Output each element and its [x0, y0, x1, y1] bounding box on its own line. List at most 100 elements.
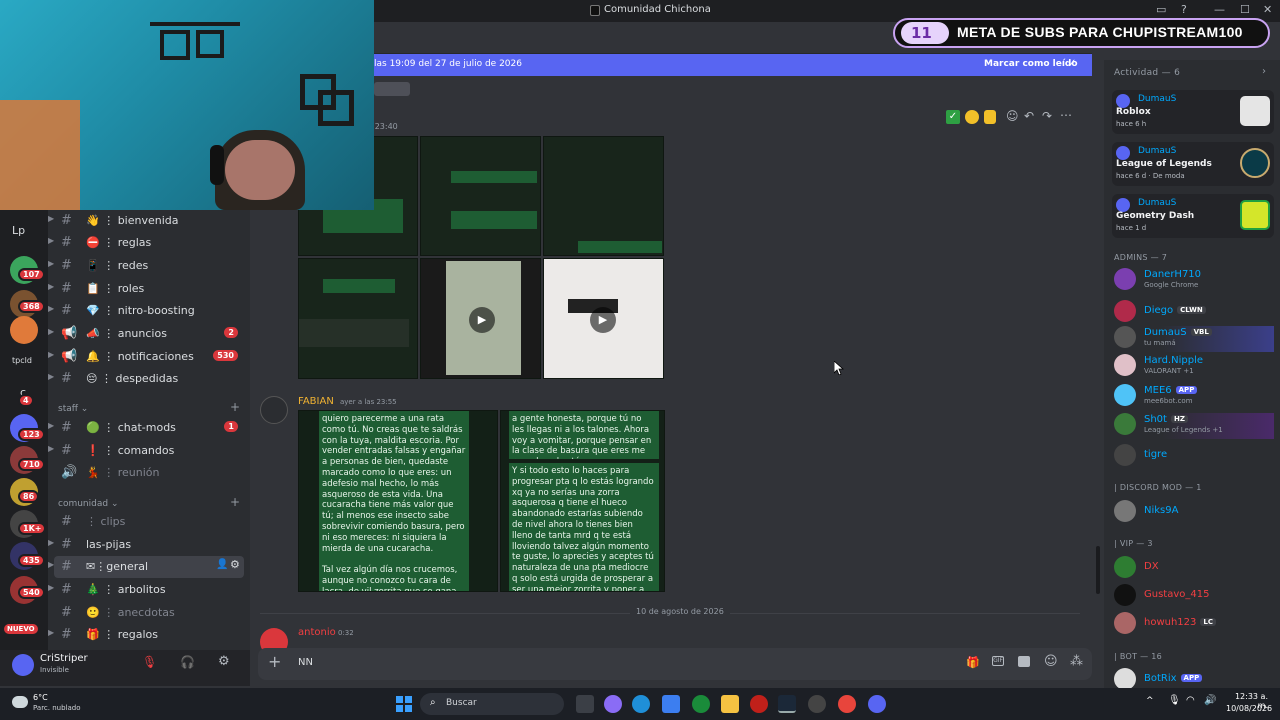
more-icon[interactable]: ⋯	[1060, 108, 1072, 122]
discord-icon[interactable]	[868, 695, 886, 713]
message-composer[interactable]: + NN 🎁 GIF ☺ ⁂	[258, 648, 1092, 680]
channel-clips[interactable]: # ⋮ clips	[48, 511, 250, 533]
emoji-icon[interactable]: ☺	[1044, 654, 1058, 669]
close-button[interactable]: ✕	[1263, 3, 1272, 16]
apps-icon[interactable]: ⁂	[1070, 654, 1083, 669]
message-list[interactable]: s 23:40 ✓ ☺ ↶ ↷ ⋯ ▶ ▶ FABIAN ayer a las …	[250, 76, 1100, 656]
opera-icon[interactable]	[750, 695, 768, 713]
app-icon[interactable]	[808, 695, 826, 713]
server-icon[interactable]	[10, 316, 38, 344]
thumb-reaction-icon[interactable]	[984, 110, 996, 124]
reply-icon[interactable]: ↶	[1024, 109, 1034, 123]
channel-anuncios[interactable]: ▶ 📢 📣 ⋮ anuncios 2	[48, 323, 250, 345]
check-reaction-icon[interactable]: ✓	[946, 110, 960, 124]
username[interactable]: CriStriper	[40, 653, 88, 664]
category-staff[interactable]: staff ⌄	[58, 404, 88, 414]
gift-icon[interactable]: 🎁	[966, 656, 980, 669]
attachment-image[interactable]	[420, 136, 541, 256]
user-settings-icon[interactable]: ⚙	[218, 654, 230, 669]
channel-nitro-boosting[interactable]: ▶ # 💎 ⋮ nitro-boosting	[48, 300, 250, 322]
member-item[interactable]: howuh123 LC	[1114, 612, 1274, 638]
channel-roles[interactable]: ▶ # 📋 ⋮ roles	[48, 278, 250, 300]
attachment-image[interactable]: a gente honesta, porque tú no les llegas…	[500, 410, 665, 592]
mark-read-button[interactable]: Marcar como leído	[984, 59, 1078, 69]
server-icon[interactable]: Lp	[12, 224, 25, 237]
attachment-image[interactable]	[298, 258, 418, 379]
server-icon[interactable]: tpcld	[12, 356, 32, 365]
member-item[interactable]: Gustavo_415	[1114, 584, 1274, 610]
video-attachment[interactable]: ▶	[420, 258, 541, 379]
avatar[interactable]	[260, 396, 288, 424]
channel-notificaciones[interactable]: ▶ 📢 🔔 ⋮ notificaciones 530	[48, 346, 250, 368]
wifi-icon[interactable]: ◠	[1186, 695, 1195, 706]
member-item[interactable]: tigre	[1114, 444, 1274, 470]
member-item[interactable]: Diego CLWN	[1114, 300, 1274, 326]
play-icon[interactable]: ▶	[590, 307, 616, 333]
message-input[interactable]: NN	[298, 657, 313, 668]
headphones-icon[interactable]: 🎧	[180, 655, 195, 669]
scrollbar[interactable]	[1096, 546, 1100, 594]
windows-start-icon[interactable]	[396, 696, 412, 712]
member-item[interactable]: MEE6 APP mee6bot.com	[1114, 384, 1274, 410]
clock-date[interactable]: 10/08/2026	[1226, 704, 1272, 713]
app-icon[interactable]	[692, 695, 710, 713]
weather-temp[interactable]: 6°C	[33, 693, 48, 702]
member-item[interactable]: DX	[1114, 556, 1274, 582]
channel-regalos[interactable]: ▶ # 🎁 ⋮ regalos	[48, 624, 250, 646]
steam-icon[interactable]	[778, 695, 796, 713]
message-author[interactable]: FABIAN	[298, 396, 334, 407]
invite-icon[interactable]: 👤	[216, 559, 228, 570]
gif-icon[interactable]: GIF	[992, 656, 1004, 666]
video-attachment[interactable]: ▶	[543, 258, 664, 379]
taskbar-search[interactable]: ⌕ Buscar	[420, 693, 564, 715]
inbox-icon[interactable]: ▭	[1156, 3, 1166, 16]
attachment-image[interactable]: quiero parecerme a una rata como tú. No …	[298, 410, 498, 592]
minimize-button[interactable]: —	[1214, 3, 1225, 16]
add-channel-icon[interactable]: +	[230, 495, 240, 509]
channel-redes[interactable]: ▶ # 📱 ⋮ redes	[48, 255, 250, 277]
avatar[interactable]	[12, 654, 34, 676]
channel-chat-mods[interactable]: ▶ # 🟢 ⋮ chat-mods 1	[48, 417, 250, 439]
channel-arbolitos[interactable]: ▶ # 🎄 ⋮ arbolitos	[48, 579, 250, 601]
channel-las-pijas[interactable]: ▶ # las-pijas	[48, 534, 250, 556]
channel-comandos[interactable]: ▶ # ❗ ⋮ comandos	[48, 440, 250, 462]
category-comunidad[interactable]: comunidad ⌄	[58, 499, 118, 509]
chrome-icon[interactable]	[838, 695, 856, 713]
channel-despedidas[interactable]: ▶ # 😔 ⋮ despedidas	[48, 368, 250, 390]
task-view-icon[interactable]	[576, 695, 594, 713]
member-item[interactable]: Hard.Nipple VALORANT +1	[1114, 354, 1274, 380]
emoji-reaction-icon[interactable]	[965, 110, 979, 124]
add-attachment-icon[interactable]: +	[268, 652, 281, 671]
attachment-image[interactable]	[543, 136, 664, 256]
microphone-icon[interactable]: 🎙	[1168, 695, 1181, 706]
message-author[interactable]: antonio	[298, 627, 336, 638]
maximize-button[interactable]: ☐	[1240, 3, 1250, 16]
store-icon[interactable]	[662, 695, 680, 713]
member-item[interactable]: DanerH710 Google Chrome	[1114, 268, 1274, 294]
channel-general[interactable]: ▶ # ✉⋮general 👤 ⚙	[48, 556, 244, 578]
channel-settings-icon[interactable]: ⚙	[230, 558, 240, 571]
channel-reunion[interactable]: 🔊 💃 ⋮ reunión	[48, 462, 250, 484]
channel-reglas[interactable]: ▶ # ⛔ ⋮ reglas	[48, 232, 250, 254]
channel-bienvenida[interactable]: ▶ # 👋 ⋮ bienvenida	[48, 210, 250, 232]
copilot-icon[interactable]	[604, 695, 622, 713]
activity-card[interactable]: DumauS Geometry Dash hace 1 d	[1112, 194, 1274, 238]
chevron-up-icon[interactable]: ^	[1146, 696, 1154, 706]
chevron-right-icon[interactable]: ›	[1262, 66, 1266, 77]
activity-card[interactable]: DumauS League of Legends hace 6 d · De m…	[1112, 142, 1274, 186]
edge-icon[interactable]	[632, 695, 650, 713]
member-item[interactable]: DumauS VBL tu mamá	[1114, 326, 1274, 352]
sticker-icon[interactable]	[1018, 656, 1030, 667]
member-item[interactable]: Niks9A	[1114, 500, 1274, 526]
unread-bar[interactable]: las 19:09 del 27 de julio de 2026 Marcar…	[374, 54, 1092, 76]
add-reaction-icon[interactable]: ☺	[1006, 109, 1019, 123]
forward-icon[interactable]: ↷	[1042, 109, 1052, 123]
activity-card[interactable]: DumauS Roblox hace 6 h	[1112, 90, 1274, 134]
channel-anecdotas[interactable]: # 🙂 ⋮ anecdotas	[48, 602, 250, 624]
volume-icon[interactable]: 🔊	[1204, 695, 1216, 706]
member-item[interactable]: Sh0t HZ League of Legends +1	[1114, 413, 1274, 439]
mute-microphone-icon[interactable]: 🎙	[142, 655, 157, 669]
file-explorer-icon[interactable]	[721, 695, 739, 713]
reaction-chip[interactable]	[374, 82, 410, 96]
help-icon[interactable]: ?	[1181, 3, 1187, 16]
